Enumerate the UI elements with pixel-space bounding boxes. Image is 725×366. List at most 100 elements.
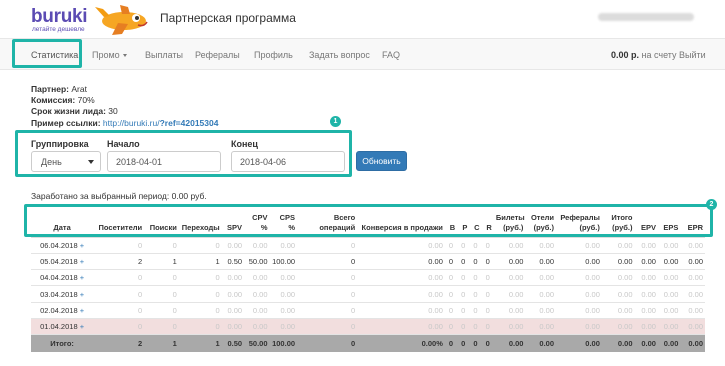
balance-amount: 0.00 р. <box>611 50 640 60</box>
table-cell: 0 <box>444 269 458 286</box>
table-cell: 0 <box>178 301 222 319</box>
logo[interactable]: buruki летайте дешевле <box>31 6 88 34</box>
table-cell: 0 <box>93 269 145 286</box>
table-cell: 0 <box>469 269 482 286</box>
total-cell: 100.00 <box>269 334 298 352</box>
total-cell: 0.00 <box>493 334 526 352</box>
table-cell: 0.00 <box>601 285 635 303</box>
lead-life-label: Срок жизни лида: <box>31 106 106 116</box>
table-cell: 0.00 <box>680 301 705 319</box>
table-cell: 0 <box>481 236 494 254</box>
column-header[interactable]: EPS <box>657 203 681 238</box>
nav-profile[interactable]: Профиль <box>254 50 293 60</box>
update-button[interactable]: Обновить <box>356 151 407 171</box>
table-cell: 0.00 <box>269 317 298 335</box>
table-cell: 0 <box>481 285 494 303</box>
date-cell: 04.04.2018 + <box>31 269 94 286</box>
nav-faq[interactable]: FAQ <box>382 50 400 60</box>
table-cell: 0 <box>93 285 145 303</box>
table-cell: 0 <box>444 285 458 303</box>
logout-link[interactable]: Выйти <box>679 50 706 60</box>
column-header[interactable]: R <box>481 203 494 238</box>
column-header[interactable]: Посетители <box>93 203 145 238</box>
column-header[interactable]: EPR <box>680 203 705 238</box>
expand-plus-icon[interactable]: + <box>80 322 84 331</box>
column-header[interactable]: Поиски <box>144 203 179 238</box>
table-cell: 0.00 <box>269 285 298 303</box>
referral-link[interactable]: http://buruki.ru/?ref=42015304 <box>103 118 219 128</box>
column-header[interactable]: Конверсия в продажи <box>357 203 445 238</box>
date-cell: 06.04.2018 + <box>31 236 94 254</box>
total-cell: 0.00 <box>556 334 602 352</box>
column-header[interactable]: EPV <box>634 203 658 238</box>
column-header[interactable]: Переходы <box>178 203 222 238</box>
table-cell: 0.00 <box>493 301 526 319</box>
table-cell: 0 <box>481 317 494 335</box>
column-header[interactable]: SPV <box>221 203 245 238</box>
column-header[interactable]: Отели (руб.) <box>525 203 557 238</box>
column-header[interactable]: Дата <box>31 203 94 238</box>
table-cell: 0 <box>297 236 358 254</box>
table-cell: 0.00 <box>493 252 526 270</box>
column-header[interactable]: CPS % <box>269 203 298 238</box>
column-header[interactable]: Рефералы (руб.) <box>556 203 602 238</box>
column-header[interactable]: Билеты (руб.) <box>493 203 526 238</box>
table-cell: 0 <box>457 285 470 303</box>
start-date-input[interactable]: 2018-04-01 <box>107 151 221 172</box>
column-header[interactable]: CPV % <box>244 203 270 238</box>
grouping-select[interactable]: День <box>31 151 101 172</box>
partner-info: Партнер: Arat <box>31 84 87 94</box>
column-header[interactable]: Итого (руб.) <box>601 203 635 238</box>
table-cell: 0.00 <box>221 285 245 303</box>
expand-plus-icon[interactable]: + <box>80 273 84 282</box>
partner-value: Arat <box>71 84 87 94</box>
table-cell: 0.00 <box>601 301 635 319</box>
table-row: 05.04.2018 +2 1 1 0.50 50.00 100.00 0 0.00 0 0 0 0 0… <box>31 252 705 270</box>
table-cell: 1 <box>144 252 179 270</box>
column-header[interactable]: Всего операций <box>297 203 358 238</box>
table-row: 03.04.2018 +0 0 0 0.00 0.00 0.00 0 0.00 0 0 0 0 0.00… <box>31 285 705 303</box>
total-cell: 0.00 <box>634 334 658 352</box>
caret-down-icon <box>122 54 127 58</box>
expand-plus-icon[interactable]: + <box>80 290 84 299</box>
table-cell: 1 <box>178 252 222 270</box>
end-label: Конец <box>231 139 258 149</box>
nav-statistics[interactable]: Статистика <box>31 50 78 60</box>
table-cell: 0 <box>457 236 470 254</box>
total-cell: 0 <box>297 334 358 352</box>
total-cell: 1 <box>178 334 222 352</box>
badge-1: 1 <box>330 116 341 127</box>
logo-text: buruki <box>31 6 88 27</box>
expand-plus-icon[interactable]: + <box>80 306 84 315</box>
table-cell: 0.00 <box>244 317 270 335</box>
nav-ask-question[interactable]: Задать вопрос <box>309 50 370 60</box>
column-header[interactable]: C <box>469 203 482 238</box>
table-cell: 100.00 <box>269 252 298 270</box>
total-cell: 0 <box>444 334 458 352</box>
table-cell: 0 <box>469 252 482 270</box>
expand-plus-icon[interactable]: + <box>80 241 84 250</box>
commission-value: 70% <box>77 95 95 105</box>
balance: 0.00 р. на счету <box>611 50 677 60</box>
table-cell: 0.00 <box>634 301 658 319</box>
column-header[interactable]: P <box>457 203 470 238</box>
table-cell: 0 <box>469 317 482 335</box>
column-header[interactable]: B <box>444 203 458 238</box>
expand-plus-icon[interactable]: + <box>80 257 84 266</box>
table-cell: 0.00 <box>244 236 270 254</box>
partner-label: Партнер: <box>31 84 69 94</box>
table-cell: 0 <box>481 301 494 319</box>
table-cell: 0.00 <box>657 317 681 335</box>
table-cell: 0.00 <box>556 317 602 335</box>
link-label: Пример ссылки: <box>31 118 101 128</box>
nav-referrals[interactable]: Рефералы <box>195 50 240 60</box>
table-row: 04.04.2018 +0 0 0 0.00 0.00 0.00 0 0.00 0 0 0 0 0.00… <box>31 269 705 286</box>
table-cell: 0.00 <box>221 317 245 335</box>
end-date-input[interactable]: 2018-04-06 <box>231 151 345 172</box>
nav-promo[interactable]: Промо <box>92 50 127 60</box>
table-cell: 0.00 <box>634 317 658 335</box>
table-cell: 0 <box>144 269 179 286</box>
nav-payouts[interactable]: Выплаты <box>145 50 183 60</box>
referral-link-prefix: http://buruki.ru/ <box>102 118 160 128</box>
table-cell: 0.00 <box>244 285 270 303</box>
